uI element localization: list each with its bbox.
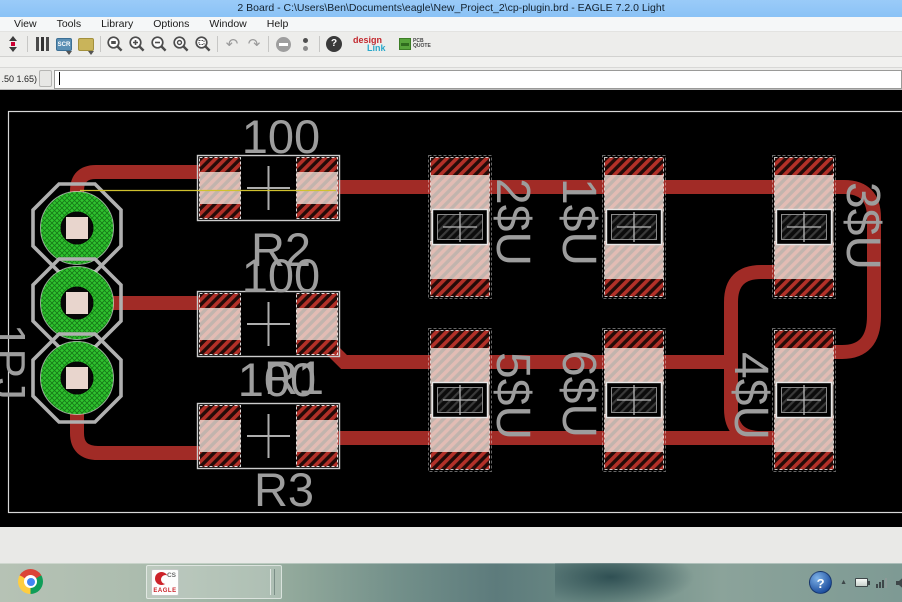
- connector-jp1[interactable]: [31, 182, 123, 424]
- menu-window[interactable]: Window: [199, 18, 256, 30]
- board-canvas[interactable]: 100 R2 100 100 R1 R3 1PJ 2$U 1$U 3$U 5$U…: [0, 90, 902, 527]
- zoom-out-icon[interactable]: [149, 34, 169, 54]
- fit-marker-icon[interactable]: [3, 34, 23, 54]
- pcb-quote-button[interactable]: PCB QUOTE: [399, 38, 431, 50]
- wallpaper-foliage: [555, 563, 695, 602]
- component-u2[interactable]: [427, 154, 493, 300]
- menu-view[interactable]: View: [4, 18, 47, 30]
- component-u6[interactable]: [601, 327, 667, 473]
- label-u5: 5$U: [486, 352, 539, 440]
- taskbar-grip[interactable]: [270, 569, 275, 595]
- undo-icon[interactable]: ↶: [222, 34, 242, 54]
- layer-settings-icon[interactable]: [32, 34, 52, 54]
- redo-icon[interactable]: ↷: [244, 34, 264, 54]
- resistor-r2[interactable]: [196, 154, 341, 222]
- menu-bar: View Tools Library Options Window Help: [0, 17, 902, 32]
- eagle-app-icon: CS EAGLE: [151, 569, 179, 596]
- help-icon[interactable]: ?: [324, 34, 344, 54]
- toolbar-separator: [319, 36, 320, 52]
- component-u1[interactable]: [601, 154, 667, 300]
- chrome-taskbar-icon[interactable]: [18, 569, 43, 594]
- text-caret: [59, 72, 60, 85]
- title-bar: 2 Board - C:\Users\Ben\Documents\eagle\N…: [0, 0, 902, 17]
- status-strip: [0, 527, 902, 563]
- jp1-pad-3[interactable]: [31, 332, 123, 424]
- run-ulp-icon[interactable]: [76, 34, 96, 55]
- coordinate-readout: .50 1.65): [1, 73, 37, 84]
- component-u5[interactable]: [427, 327, 493, 473]
- label-r2-value: 100: [242, 110, 320, 163]
- toolbar-separator: [27, 36, 28, 52]
- parameter-toolbar: [0, 57, 902, 68]
- coordinate-mode-button[interactable]: [39, 70, 52, 87]
- zoom-in-icon[interactable]: [127, 34, 147, 54]
- design-link-logo[interactable]: design Link: [353, 36, 395, 53]
- label-u1: 1$U: [552, 178, 605, 266]
- toolbar-separator: [268, 36, 269, 52]
- toolbar-separator: [100, 36, 101, 52]
- label-u6: 6$U: [552, 350, 605, 438]
- window-title: 2 Board - C:\Users\Ben\Documents\eagle\N…: [237, 2, 665, 14]
- network-signal-icon[interactable]: [876, 577, 887, 588]
- windows-taskbar: CS EAGLE ? ▲: [0, 563, 902, 602]
- action-toolbar: SCR ↶ ↷ ? design Link PCB QUOTE: [0, 32, 902, 57]
- show-hidden-icons-chevron[interactable]: ▲: [840, 579, 847, 586]
- menu-library[interactable]: Library: [91, 18, 143, 30]
- system-tray: ? ▲: [809, 563, 902, 602]
- pcb-quote-chip-icon: [399, 38, 411, 50]
- label-r3-name: R3: [254, 463, 314, 516]
- zoom-select-icon[interactable]: [193, 34, 213, 54]
- label-r1-name: R1: [264, 351, 324, 404]
- label-r1-value: 100: [242, 249, 320, 302]
- help-tray-icon[interactable]: ?: [809, 571, 833, 594]
- eagle-taskbar-button[interactable]: CS EAGLE: [146, 565, 282, 599]
- volume-icon[interactable]: [895, 576, 902, 590]
- command-input[interactable]: [54, 69, 902, 89]
- menu-options[interactable]: Options: [143, 18, 199, 30]
- menu-tools[interactable]: Tools: [47, 18, 92, 30]
- command-bar: .50 1.65): [0, 68, 902, 90]
- component-u3[interactable]: [771, 154, 837, 300]
- label-u3: 3$U: [836, 182, 889, 270]
- menu-help[interactable]: Help: [257, 18, 299, 30]
- resistor-r3[interactable]: [196, 402, 341, 470]
- traffic-light-icon[interactable]: [295, 34, 315, 54]
- component-u4[interactable]: [771, 327, 837, 473]
- label-u4: 4$U: [724, 352, 777, 440]
- script-icon[interactable]: SCR: [54, 34, 74, 55]
- battery-icon[interactable]: [855, 578, 870, 587]
- label-u2: 2$U: [486, 178, 539, 266]
- label-jp1: 1PJ: [0, 324, 34, 400]
- zoom-fit-icon[interactable]: [105, 34, 125, 54]
- toolbar-separator: [217, 36, 218, 52]
- stop-icon[interactable]: [273, 34, 293, 54]
- zoom-redraw-icon[interactable]: [171, 34, 191, 54]
